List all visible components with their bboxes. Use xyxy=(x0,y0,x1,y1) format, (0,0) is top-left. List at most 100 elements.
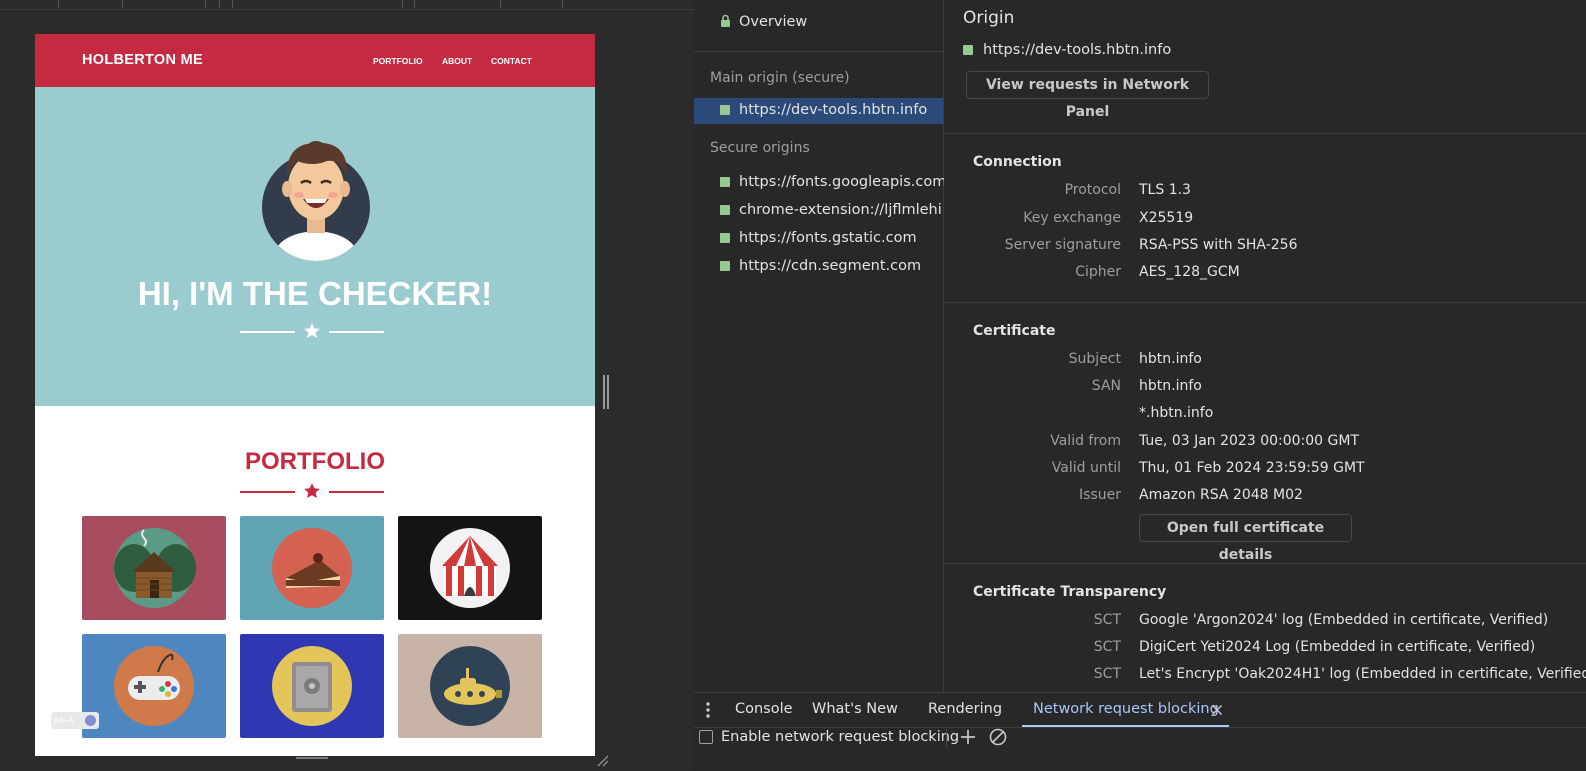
corner-resize-icon[interactable] xyxy=(596,754,610,768)
sidebar-item-main-origin[interactable]: https://dev-tools.hbtn.info xyxy=(694,98,943,124)
enable-blocking-label: Enable network request blocking xyxy=(721,729,960,745)
site-brand[interactable]: HOLBERTON ME xyxy=(82,52,203,68)
origin-url: https://dev-tools.hbtn.info xyxy=(983,42,1172,58)
tab-rendering[interactable]: Rendering xyxy=(928,701,1002,717)
plus-icon xyxy=(85,715,96,726)
portfolio-tile-safe[interactable] xyxy=(240,634,384,738)
star-icon xyxy=(304,483,320,499)
portfolio-tile-game[interactable] xyxy=(82,634,226,738)
divider-line xyxy=(329,331,384,333)
tab-network-request-blocking[interactable]: Network request blocking xyxy=(1033,701,1219,717)
secure-indicator-icon xyxy=(720,105,730,115)
more-options-icon[interactable] xyxy=(704,701,712,719)
server-signature-label: Server signature xyxy=(1004,237,1121,253)
add-pattern-icon[interactable] xyxy=(960,729,976,745)
san-value: *.hbtn.info xyxy=(1139,405,1214,421)
key-exchange-value: X25519 xyxy=(1139,210,1194,226)
origin-title: Origin xyxy=(963,8,1015,28)
enable-blocking-checkbox[interactable] xyxy=(699,730,713,744)
sidebar-item-origin[interactable]: https://fonts.gstatic.com xyxy=(694,226,943,252)
cipher-value: AES_128_GCM xyxy=(1139,264,1240,280)
nav-about-link[interactable]: ABOUT xyxy=(442,56,472,66)
divider-line xyxy=(329,491,384,493)
device-viewport-area: HOLBERTON ME PORTFOLIO ABOUT CONTACT HI,… xyxy=(0,0,694,770)
divider-line xyxy=(240,331,295,333)
secure-indicator-icon xyxy=(720,205,730,215)
secure-origins-heading: Secure origins xyxy=(710,140,810,156)
portfolio-tile-circus[interactable] xyxy=(398,516,542,620)
sct-value: Google 'Argon2024' log (Embedded in cert… xyxy=(1139,612,1549,628)
origin-details-pane: Origin https://dev-tools.hbtn.info View … xyxy=(944,0,1586,692)
bottom-resize-handle[interactable] xyxy=(296,757,328,759)
clear-patterns-icon[interactable] xyxy=(989,728,1007,746)
star-icon xyxy=(304,323,320,339)
secure-indicator-icon xyxy=(720,261,730,271)
secure-indicator-icon xyxy=(720,233,730,243)
sidebar-item-origin[interactable]: https://cdn.segment.com xyxy=(694,254,943,280)
sct-label: SCT xyxy=(1093,666,1121,682)
sidebar-item-overview[interactable]: Overview xyxy=(694,10,943,36)
san-value: hbtn.info xyxy=(1139,378,1202,394)
lock-icon xyxy=(721,14,730,27)
open-certificate-details-button[interactable]: Open full certificate details xyxy=(1139,514,1352,563)
sct-value: DigiCert Yeti2024 Log (Embedded in certi… xyxy=(1139,639,1536,655)
resize-handle[interactable] xyxy=(602,375,610,409)
valid-until-value: Thu, 01 Feb 2024 23:59:59 GMT xyxy=(1139,460,1365,476)
secure-indicator-icon xyxy=(963,45,973,55)
sidebar-item-label: Overview xyxy=(739,14,808,30)
sct-label: SCT xyxy=(1093,639,1121,655)
game-controller-icon xyxy=(114,646,194,726)
nav-contact-link[interactable]: CONTACT xyxy=(491,56,532,66)
subject-value: hbtn.info xyxy=(1139,351,1202,367)
sidebar-item-label: https://cdn.segment.com xyxy=(739,258,922,274)
submarine-icon xyxy=(430,646,510,726)
circus-tent-icon xyxy=(430,528,510,608)
tab-whats-new[interactable]: What's New xyxy=(812,701,898,717)
subject-label: Subject xyxy=(1068,351,1121,367)
divider-line xyxy=(240,491,295,493)
emulated-page: HOLBERTON ME PORTFOLIO ABOUT CONTACT HI,… xyxy=(35,34,595,756)
portfolio-title: PORTFOLIO xyxy=(245,448,385,475)
portfolio-tile-cabin[interactable] xyxy=(82,516,226,620)
certificate-transparency-title: Certificate Transparency xyxy=(973,584,1167,600)
protocol-value: TLS 1.3 xyxy=(1139,182,1191,198)
devtools-drawer: Console What's New Rendering Network req… xyxy=(694,692,1586,771)
certificate-title: Certificate xyxy=(973,323,1056,339)
valid-from-label: Valid from xyxy=(1050,433,1121,449)
view-requests-button[interactable]: View requests in Network Panel xyxy=(966,71,1209,120)
divider xyxy=(694,51,943,52)
portfolio-tile-submarine[interactable] xyxy=(398,634,542,738)
portfolio-tile-cake[interactable] xyxy=(240,516,384,620)
sidebar-item-label: chrome-extension://ljflmlehinm xyxy=(739,202,943,218)
sidebar-item-origin[interactable]: https://fonts.googleapis.com xyxy=(694,170,946,196)
secure-indicator-icon xyxy=(720,177,730,187)
issuer-value: Amazon RSA 2048 M02 xyxy=(1139,487,1303,503)
close-icon[interactable] xyxy=(1211,704,1223,716)
security-sidebar: Overview Main origin (secure) https://de… xyxy=(694,0,946,692)
connection-title: Connection xyxy=(973,154,1062,170)
safe-icon xyxy=(272,646,352,726)
sidebar-item-origin[interactable]: chrome-extension://ljflmlehinm xyxy=(694,198,943,224)
valid-until-label: Valid until xyxy=(1051,460,1121,476)
sidebar-item-label: https://dev-tools.hbtn.info xyxy=(739,102,928,118)
divider xyxy=(944,563,1586,564)
shortcut-badge: Alt+A xyxy=(51,712,99,729)
divider xyxy=(944,133,1586,134)
divider xyxy=(944,302,1586,303)
hero-section: HI, I'M THE CHECKER! xyxy=(35,87,595,406)
nav-portfolio-link[interactable]: PORTFOLIO xyxy=(373,56,423,66)
divider xyxy=(694,727,1586,728)
valid-from-value: Tue, 03 Jan 2023 00:00:00 GMT xyxy=(1139,433,1359,449)
issuer-label: Issuer xyxy=(1079,487,1121,503)
cake-icon xyxy=(272,528,352,608)
sct-value: Let's Encrypt 'Oak2024H1' log (Embedded … xyxy=(1139,666,1586,682)
site-navbar: HOLBERTON ME PORTFOLIO ABOUT CONTACT xyxy=(35,34,595,87)
cipher-label: Cipher xyxy=(1075,264,1121,280)
san-label: SAN xyxy=(1091,378,1121,394)
hero-title: HI, I'M THE CHECKER! xyxy=(137,275,493,312)
tab-console[interactable]: Console xyxy=(735,701,793,717)
sidebar-item-label: https://fonts.gstatic.com xyxy=(739,230,917,246)
main-origin-heading: Main origin (secure) xyxy=(710,70,850,86)
avatar-image xyxy=(262,141,370,261)
toolbar-divider xyxy=(946,729,947,747)
